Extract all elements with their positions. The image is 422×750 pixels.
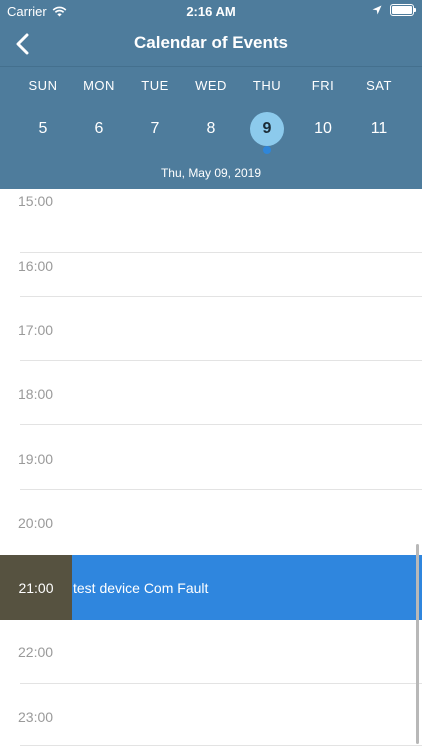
page-title: Calendar of Events <box>134 33 288 52</box>
date-number: 11 <box>370 120 388 137</box>
hour-row[interactable]: 19:00 <box>0 426 422 490</box>
date-number: 9 <box>250 112 284 146</box>
date-number: 5 <box>38 120 48 137</box>
selected-date-cell[interactable]: 9 <box>239 110 295 154</box>
weekday-tue: TUE <box>141 78 169 93</box>
weekday-row: SUN MON TUE WED THU FRI SAT <box>15 78 407 93</box>
hour-row[interactable]: 16:00 <box>0 233 422 297</box>
date-row: 5 6 7 8 9 10 11 <box>15 110 407 154</box>
day-timeline[interactable]: 15:00 16:00 17:00 18:00 19:00 20:00 21:0… <box>0 189 422 750</box>
hour-label: 15:00 <box>18 193 54 209</box>
weekday-sun: SUN <box>28 78 58 93</box>
hour-row[interactable]: 17:00 <box>0 297 422 361</box>
date-cell[interactable]: 8 <box>183 110 239 148</box>
weekday-thu: THU <box>252 78 282 93</box>
date-number: 6 <box>94 120 104 137</box>
weekday-wed: WED <box>195 78 227 93</box>
date-number: 10 <box>314 120 332 137</box>
hour-label: 18:00 <box>18 386 54 402</box>
hour-divider <box>20 745 422 746</box>
scrollbar[interactable] <box>416 544 419 744</box>
weekday-fri: FRI <box>311 78 335 93</box>
date-cell[interactable]: 6 <box>71 110 127 148</box>
hour-row[interactable]: 23:00 <box>0 684 422 748</box>
hour-label: 19:00 <box>18 451 54 467</box>
hour-label: 16:00 <box>18 258 54 274</box>
event-indicator-dot <box>263 146 271 154</box>
status-indicators <box>372 4 416 16</box>
date-cell[interactable]: 7 <box>127 110 183 148</box>
date-cell[interactable]: 10 <box>295 110 351 148</box>
hour-label: 23:00 <box>18 709 54 725</box>
hour-divider <box>20 424 422 425</box>
event-title: test device Com Fault <box>73 579 209 596</box>
location-arrow-icon <box>372 5 382 15</box>
status-bar: Carrier 2:16 AM <box>0 0 422 22</box>
hour-label: 20:00 <box>18 515 54 531</box>
date-cell[interactable]: 11 <box>351 110 407 148</box>
calendar-header: Carrier 2:16 AM Calendar of Events SUN M… <box>0 0 422 189</box>
hour-row[interactable]: 18:00 <box>0 361 422 425</box>
date-cell[interactable]: 5 <box>15 110 71 148</box>
hour-label: 22:00 <box>18 644 54 660</box>
weekday-sat: SAT <box>366 78 392 93</box>
status-time: 2:16 AM <box>186 4 236 19</box>
selected-date-label: Thu, May 09, 2019 <box>160 166 262 180</box>
event-time: 21:00 <box>0 555 72 620</box>
battery-icon <box>390 4 416 16</box>
navigation-bar: Calendar of Events <box>0 22 422 67</box>
date-number: 7 <box>150 120 160 137</box>
event-item[interactable]: 21:00 test device Com Fault <box>0 555 422 620</box>
hour-row[interactable]: 22:00 <box>0 620 422 684</box>
date-number: 8 <box>206 120 216 137</box>
weekday-mon: MON <box>83 78 115 93</box>
hour-label: 17:00 <box>18 322 54 338</box>
hour-row[interactable]: 20:00 <box>0 490 422 554</box>
